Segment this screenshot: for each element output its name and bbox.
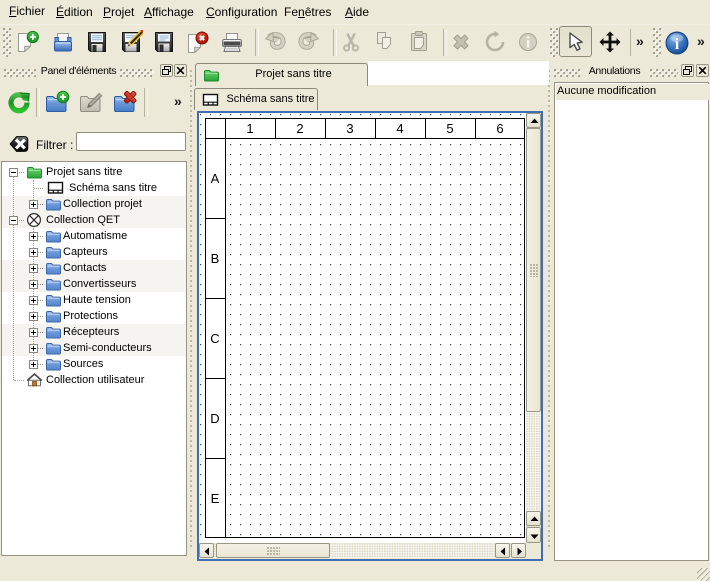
svg-text:B: B: [211, 251, 220, 266]
svg-text:i: i: [675, 36, 680, 53]
svg-text:A: A: [211, 171, 220, 186]
svg-text:5: 5: [446, 121, 453, 136]
svg-text:2: 2: [296, 121, 303, 136]
svg-text:1: 1: [246, 121, 253, 136]
svg-text:4: 4: [396, 121, 403, 136]
svg-text:E: E: [211, 491, 220, 506]
svg-text:3: 3: [346, 121, 353, 136]
svg-text:6: 6: [496, 121, 503, 136]
svg-text:C: C: [210, 331, 219, 346]
svg-text:D: D: [210, 411, 219, 426]
